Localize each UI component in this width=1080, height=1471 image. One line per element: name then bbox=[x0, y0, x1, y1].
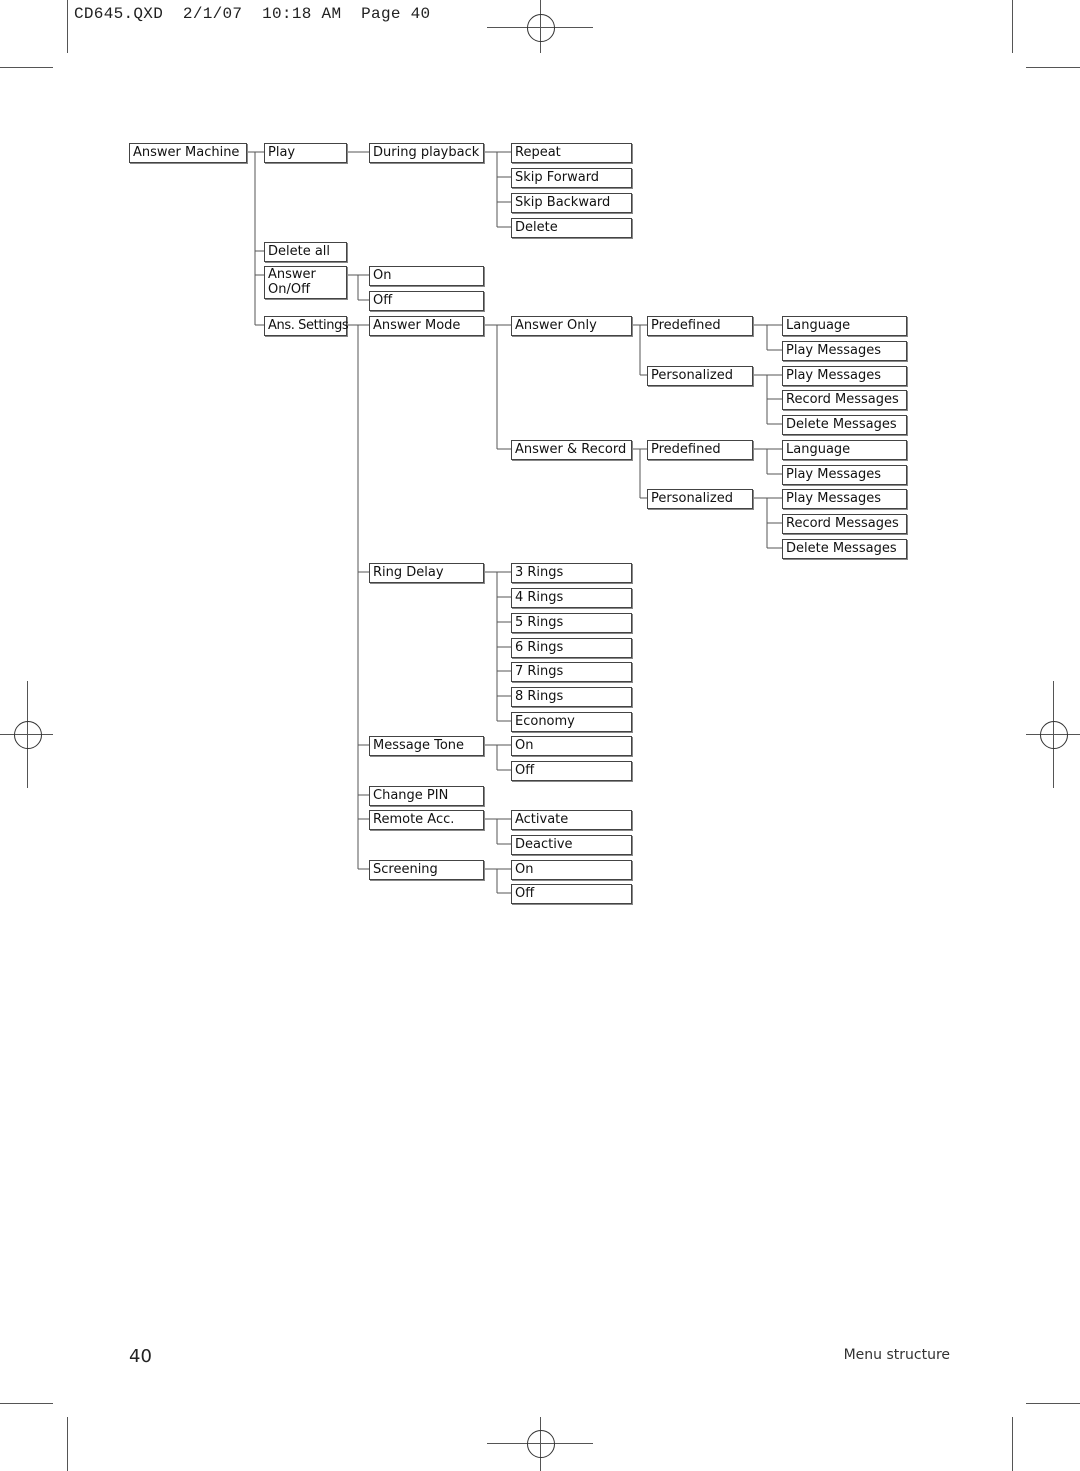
menu-node-6-rings: 6 Rings bbox=[511, 638, 632, 658]
menu-node-play-messages: Play Messages bbox=[782, 341, 907, 361]
menu-node-play: Play bbox=[264, 143, 347, 163]
menu-node-screening-on: On bbox=[511, 860, 632, 880]
menu-node-answer-only: Answer Only bbox=[511, 316, 632, 336]
menu-node-skip-backward: Skip Backward bbox=[511, 193, 632, 213]
menu-node-economy: Economy bbox=[511, 712, 632, 732]
menu-node-delete-messages: Delete Messages bbox=[782, 539, 907, 559]
menu-node-answer-onoff: Answer On/Off bbox=[264, 266, 347, 299]
menu-node-5-rings: 5 Rings bbox=[511, 613, 632, 633]
menu-node-answer-machine: Answer Machine bbox=[129, 143, 247, 163]
menu-node-screening: Screening bbox=[369, 860, 484, 880]
menu-node-deactive: Deactive bbox=[511, 835, 632, 855]
menu-node-during-playback: During playback bbox=[369, 143, 484, 163]
menu-node-predefined: Predefined bbox=[647, 316, 753, 336]
menu-node-activate: Activate bbox=[511, 810, 632, 830]
menu-node-change-pin: Change PIN bbox=[369, 786, 484, 806]
menu-node-personalized: Personalized bbox=[647, 489, 753, 509]
menu-node-delete-all: Delete all bbox=[264, 242, 347, 262]
menu-node-screening-off: Off bbox=[511, 884, 632, 904]
menu-node-delete-messages: Delete Messages bbox=[782, 415, 907, 435]
menu-node-ans-settings: Ans. Settings bbox=[264, 316, 349, 336]
menu-node-ring-delay: Ring Delay bbox=[369, 563, 484, 583]
menu-node-tone-off: Off bbox=[511, 761, 632, 781]
menu-node-7-rings: 7 Rings bbox=[511, 662, 632, 682]
menu-node-language: Language bbox=[782, 440, 907, 460]
menu-node-remote-acc: Remote Acc. bbox=[369, 810, 484, 830]
page-number: 40 bbox=[129, 1346, 152, 1367]
menu-node-4-rings: 4 Rings bbox=[511, 588, 632, 608]
menu-node-answer-mode: Answer Mode bbox=[369, 316, 484, 336]
menu-node-play-messages: Play Messages bbox=[782, 489, 907, 509]
menu-node-play-messages: Play Messages bbox=[782, 465, 907, 485]
menu-node-delete: Delete bbox=[511, 218, 632, 238]
menu-node-3-rings: 3 Rings bbox=[511, 563, 632, 583]
section-title: Menu structure bbox=[843, 1347, 950, 1363]
menu-node-record-messages: Record Messages bbox=[782, 390, 907, 410]
menu-node-repeat: Repeat bbox=[511, 143, 632, 163]
menu-node-answer-off: Off bbox=[369, 291, 484, 311]
menu-node-answer-on: On bbox=[369, 266, 484, 286]
menu-node-tone-on: On bbox=[511, 736, 632, 756]
menu-node-message-tone: Message Tone bbox=[369, 736, 484, 756]
menu-node-skip-forward: Skip Forward bbox=[511, 168, 632, 188]
menu-node-predefined: Predefined bbox=[647, 440, 753, 460]
menu-node-language: Language bbox=[782, 316, 907, 336]
menu-node-record-messages: Record Messages bbox=[782, 514, 907, 534]
menu-node-8-rings: 8 Rings bbox=[511, 687, 632, 707]
menu-node-personalized: Personalized bbox=[647, 366, 753, 386]
menu-node-answer-record: Answer & Record bbox=[511, 440, 632, 460]
menu-node-play-messages: Play Messages bbox=[782, 366, 907, 386]
